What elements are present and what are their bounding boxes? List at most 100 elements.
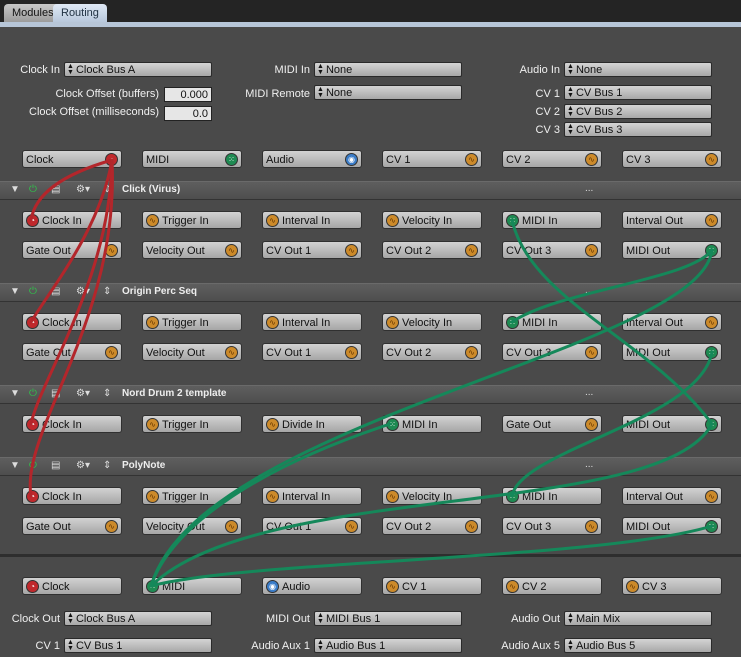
port-audio[interactable]: ◉ Audio	[262, 577, 362, 595]
port-cv-3[interactable]: ∿ CV 3	[622, 577, 722, 595]
cv-jack-icon[interactable]: ∿	[585, 520, 598, 533]
midi-jack-icon[interactable]: ⁙	[146, 580, 159, 593]
cv-jack-icon[interactable]: ∿	[506, 580, 519, 593]
collapse-triangle-icon[interactable]: ▼	[10, 388, 20, 400]
midi-jack-icon[interactable]: ⁙	[705, 418, 718, 431]
audio-out-select[interactable]: ▲ ▼ Main Mix	[564, 611, 712, 626]
port-interval-out[interactable]: ∿ Interval Out	[622, 487, 722, 505]
port-interval-in[interactable]: ∿ Interval In	[262, 313, 362, 331]
port-interval-out[interactable]: ∿ Interval Out	[622, 211, 722, 229]
cv-jack-icon[interactable]: ∿	[585, 153, 598, 166]
cv-jack-icon[interactable]: ∿	[105, 520, 118, 533]
port-cv-out-2[interactable]: ∿ CV Out 2	[382, 517, 482, 535]
port-trigger-in[interactable]: ∿ Trigger In	[142, 415, 242, 433]
gear-icon[interactable]: ⚙▾	[76, 388, 90, 400]
port-cv-out-3[interactable]: ∿ CV Out 3	[502, 517, 602, 535]
cv-jack-icon[interactable]: ∿	[105, 244, 118, 257]
collapse-triangle-icon[interactable]: ▼	[10, 286, 20, 298]
port-velocity-out[interactable]: ∿ Velocity Out	[142, 241, 242, 259]
audio-in-select[interactable]: ▲ ▼ None	[564, 62, 712, 77]
cv-jack-icon[interactable]: ∿	[465, 346, 478, 359]
clock-offset-buffers-field[interactable]: 0.000	[164, 87, 212, 102]
collapse-triangle-icon[interactable]: ▼	[10, 184, 20, 196]
cv2-select[interactable]: ▲ ▼ CV Bus 2	[564, 104, 712, 119]
cv-jack-icon[interactable]: ∿	[225, 520, 238, 533]
port-clock-in[interactable]: ◔ Clock In	[22, 487, 122, 505]
midi-jack-icon[interactable]: ⁙	[506, 214, 519, 227]
document-icon[interactable]: ▤	[51, 184, 60, 196]
gear-icon[interactable]: ⚙▾	[76, 184, 90, 196]
cv-jack-icon[interactable]: ∿	[146, 214, 159, 227]
port-gate-out[interactable]: ∿ Gate Out	[22, 517, 122, 535]
midi-in-select[interactable]: ▲ ▼ None	[314, 62, 462, 77]
midi-remote-select[interactable]: ▲ ▼ None	[314, 85, 462, 100]
midi-jack-icon[interactable]: ⁙	[705, 520, 718, 533]
midi-jack-icon[interactable]: ⁙	[225, 153, 238, 166]
port-cv-out-3[interactable]: ∿ CV Out 3	[502, 343, 602, 361]
port-clock-in[interactable]: ◔ Clock In	[22, 313, 122, 331]
power-icon[interactable]: ⏻	[29, 388, 37, 400]
cv-jack-icon[interactable]: ∿	[266, 214, 279, 227]
clock-in-select[interactable]: ▲ ▼ Clock Bus A	[64, 62, 212, 77]
gear-icon[interactable]: ⚙▾	[76, 460, 90, 472]
cv-jack-icon[interactable]: ∿	[705, 490, 718, 503]
port-velocity-in[interactable]: ∿ Velocity In	[382, 313, 482, 331]
clock-jack-icon[interactable]: ◔	[26, 490, 39, 503]
port-cv-2[interactable]: ∿ CV 2	[502, 150, 602, 168]
gear-icon[interactable]: ⚙▾	[76, 286, 90, 298]
clock-jack-icon[interactable]: ◔	[26, 580, 39, 593]
cv-jack-icon[interactable]: ∿	[386, 490, 399, 503]
audio-aux1-select[interactable]: ▲ ▼ Audio Bus 1	[314, 638, 462, 653]
cv1-out-select[interactable]: ▲ ▼ CV Bus 1	[64, 638, 212, 653]
clock-jack-icon[interactable]: ◔	[26, 316, 39, 329]
cv-jack-icon[interactable]: ∿	[146, 418, 159, 431]
cv-jack-icon[interactable]: ∿	[345, 244, 358, 257]
port-velocity-out[interactable]: ∿ Velocity Out	[142, 343, 242, 361]
clock-jack-icon[interactable]: ◔	[105, 153, 118, 166]
port-midi-in[interactable]: ⁙ MIDI In	[502, 487, 602, 505]
port-midi-in[interactable]: ⁙ MIDI In	[382, 415, 482, 433]
clock-jack-icon[interactable]: ◔	[26, 214, 39, 227]
port-trigger-in[interactable]: ∿ Trigger In	[142, 211, 242, 229]
reorder-arrows-icon[interactable]: ⇕	[103, 460, 111, 472]
midi-jack-icon[interactable]: ⁙	[705, 346, 718, 359]
port-clock[interactable]: ◔ Clock	[22, 150, 122, 168]
port-interval-in[interactable]: ∿ Interval In	[262, 211, 362, 229]
port-midi-in[interactable]: ⁙ MIDI In	[502, 211, 602, 229]
more-button[interactable]: ...	[585, 387, 593, 398]
midi-jack-icon[interactable]: ⁙	[506, 316, 519, 329]
cv-jack-icon[interactable]: ∿	[386, 316, 399, 329]
port-midi-out[interactable]: ⁙ MIDI Out	[622, 517, 722, 535]
audio-jack-icon[interactable]: ◉	[345, 153, 358, 166]
reorder-arrows-icon[interactable]: ⇕	[103, 184, 111, 196]
cv-jack-icon[interactable]: ∿	[705, 316, 718, 329]
port-interval-out[interactable]: ∿ Interval Out	[622, 313, 722, 331]
power-icon[interactable]: ⏻	[29, 286, 37, 298]
cv3-select[interactable]: ▲ ▼ CV Bus 3	[564, 122, 712, 137]
port-cv-out-2[interactable]: ∿ CV Out 2	[382, 343, 482, 361]
cv-jack-icon[interactable]: ∿	[465, 244, 478, 257]
port-cv-2[interactable]: ∿ CV 2	[502, 577, 602, 595]
cv-jack-icon[interactable]: ∿	[626, 580, 639, 593]
clock-out-select[interactable]: ▲ ▼ Clock Bus A	[64, 611, 212, 626]
port-midi-out[interactable]: ⁙ MIDI Out	[622, 241, 722, 259]
cv-jack-icon[interactable]: ∿	[266, 316, 279, 329]
cv-jack-icon[interactable]: ∿	[465, 520, 478, 533]
power-icon[interactable]: ⏻	[29, 184, 37, 196]
clock-offset-ms-field[interactable]: 0.0	[164, 106, 212, 121]
midi-out-select[interactable]: ▲ ▼ MIDI Bus 1	[314, 611, 462, 626]
midi-jack-icon[interactable]: ⁙	[386, 418, 399, 431]
more-button[interactable]: ...	[585, 183, 593, 194]
cv-jack-icon[interactable]: ∿	[705, 214, 718, 227]
port-gate-out[interactable]: ∿ Gate Out	[22, 241, 122, 259]
port-velocity-out[interactable]: ∿ Velocity Out	[142, 517, 242, 535]
port-audio[interactable]: ◉ Audio	[262, 150, 362, 168]
port-divide-in[interactable]: ∿ Divide In	[262, 415, 362, 433]
document-icon[interactable]: ▤	[51, 460, 60, 472]
cv-jack-icon[interactable]: ∿	[386, 214, 399, 227]
cv-jack-icon[interactable]: ∿	[386, 580, 399, 593]
port-trigger-in[interactable]: ∿ Trigger In	[142, 487, 242, 505]
port-cv-1[interactable]: ∿ CV 1	[382, 577, 482, 595]
cv-jack-icon[interactable]: ∿	[146, 316, 159, 329]
port-cv-out-1[interactable]: ∿ CV Out 1	[262, 517, 362, 535]
